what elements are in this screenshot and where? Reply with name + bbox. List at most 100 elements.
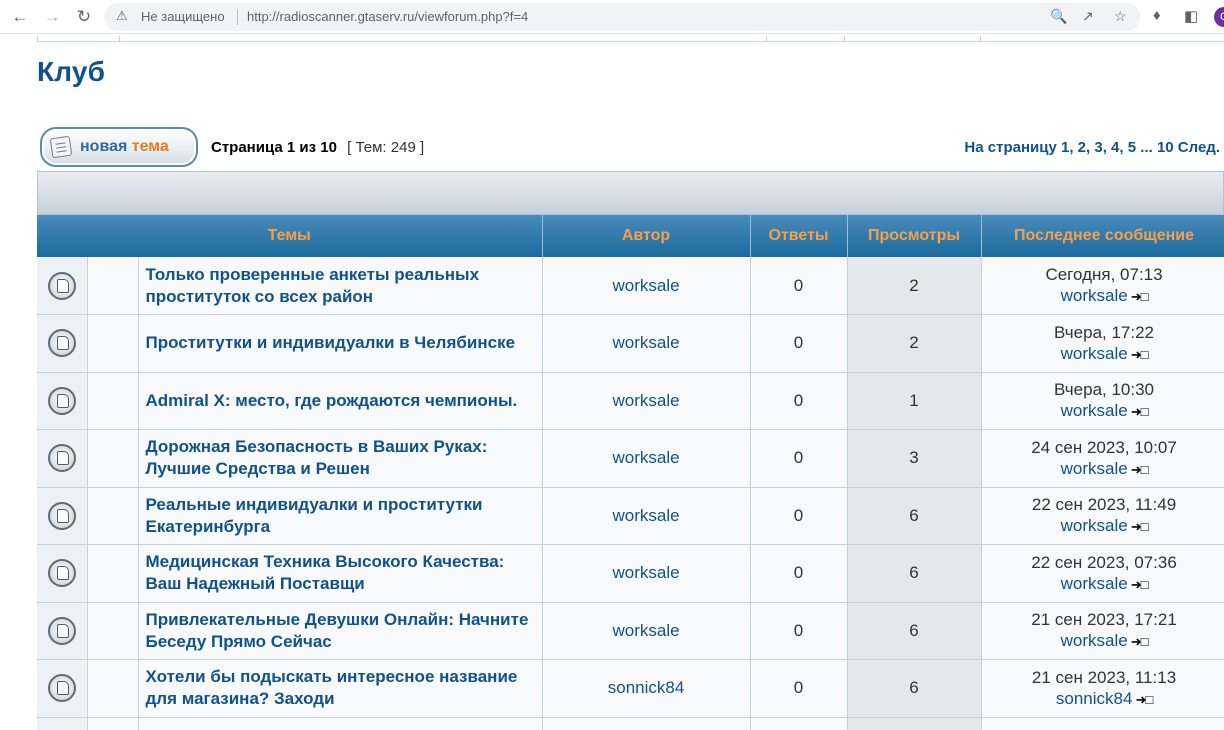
extensions-puzzle-icon[interactable]: ♦	[1153, 7, 1161, 24]
address-bar[interactable]: ⚠ Не защищено http://radioscanner.gtaser…	[104, 3, 1140, 31]
topic-author[interactable]: worksale	[542, 602, 751, 660]
forum-title[interactable]: Клуб	[37, 56, 105, 88]
header-last-post: Последнее сообщение	[981, 215, 1224, 257]
page-link-4[interactable]: 4	[1111, 139, 1119, 156]
last-post-user[interactable]: worksale	[1061, 459, 1128, 478]
topic-author[interactable]: worksale	[542, 544, 751, 603]
last-post-user[interactable]: worksale	[1061, 401, 1128, 420]
table-row-partial	[37, 717, 1224, 730]
topic-replies: 0	[750, 659, 848, 718]
header-author: Автор	[542, 215, 751, 257]
top-table-remnant	[37, 36, 1224, 42]
topic-views: 6	[847, 659, 982, 718]
topics-table: Темы Автор Ответы Просмотры Последнее со…	[37, 215, 1224, 730]
topic-title-link[interactable]: Дорожная Безопасность в Ваших Руках: Луч…	[146, 436, 542, 480]
topic-views: 3	[847, 429, 982, 488]
topic-author[interactable]: worksale	[542, 372, 751, 430]
topic-views: 2	[847, 257, 982, 315]
last-post-user[interactable]: worksale	[1061, 631, 1128, 650]
topic-views: 6	[847, 544, 982, 603]
security-status[interactable]: Не защищено	[141, 9, 225, 24]
last-post-user[interactable]: worksale	[1061, 286, 1128, 305]
topic-folder-icon	[47, 559, 76, 588]
last-post-time: 22 сен 2023, 07:36	[1031, 552, 1177, 572]
last-post-time: 21 сен 2023, 17:21	[1031, 610, 1177, 630]
header-topics: Темы	[37, 215, 543, 257]
topic-title-link[interactable]: Хотели бы подыскать интересное название …	[146, 666, 542, 710]
back-arrow-icon[interactable]: ←	[9, 6, 31, 28]
forward-arrow-icon[interactable]: →	[41, 6, 63, 28]
header-replies: Ответы	[750, 215, 848, 257]
topic-title-link[interactable]: Медицинская Техника Высокого Качества: В…	[146, 551, 542, 595]
topic-title-link[interactable]: Привлекательные Девушки Онлайн: Начните …	[146, 609, 542, 653]
last-post-time: Вчера, 17:22	[1054, 322, 1155, 342]
side-panel-icon[interactable]: ◧	[1184, 7, 1198, 25]
reload-icon[interactable]: ↻	[73, 6, 95, 28]
page-link-last[interactable]: 10	[1157, 139, 1174, 156]
goto-last-post-icon[interactable]: ➜□	[1131, 459, 1149, 480]
header-views: Просмотры	[847, 215, 982, 257]
pagination: На страницу 1, 2, 3, 4, 5 ... 10 След.	[964, 139, 1220, 156]
topic-replies: 0	[750, 544, 848, 603]
topic-folder-icon	[47, 271, 76, 300]
page-current: 1	[1060, 139, 1070, 156]
topic-replies: 0	[750, 429, 848, 488]
topics-table-wrapper: Темы Автор Ответы Просмотры Последнее со…	[37, 171, 1224, 730]
topics-count: [ Тем: 249 ]	[347, 139, 425, 156]
topic-author[interactable]: worksale	[542, 487, 751, 545]
last-post-time: 24 сен 2023, 10:07	[1031, 437, 1177, 457]
topic-title-link[interactable]: Проститутки и индивидуалки в Челябинске	[146, 332, 542, 354]
topic-folder-icon	[47, 329, 76, 358]
goto-last-post-icon[interactable]: ➜□	[1131, 631, 1149, 652]
table-row: Реальные индивидуалки и проститутки Екат…	[37, 487, 1224, 545]
url-text[interactable]: http://radioscanner.gtaserv.ru/viewforum…	[247, 9, 528, 24]
last-post-user[interactable]: sonnick84	[1056, 689, 1133, 708]
topic-replies: 0	[750, 257, 848, 315]
topic-author[interactable]: worksale	[542, 314, 751, 373]
topic-replies: 0	[750, 602, 848, 660]
last-post-user[interactable]: worksale	[1061, 344, 1128, 363]
goto-last-post-icon[interactable]: ➜□	[1131, 401, 1149, 422]
table-row: Только проверенные анкеты реальных прост…	[37, 257, 1224, 315]
last-post-time: Вчера, 10:30	[1054, 380, 1155, 400]
goto-last-post-icon[interactable]: ➜□	[1131, 344, 1149, 365]
last-post-time: 22 сен 2023, 11:49	[1031, 495, 1177, 515]
zoom-icon[interactable]: 🔍	[1050, 8, 1067, 25]
table-row: Дорожная Безопасность в Ваших Руках: Луч…	[37, 429, 1224, 488]
topic-author[interactable]: sonnick84	[542, 659, 751, 718]
table-row: Привлекательные Девушки Онлайн: Начните …	[37, 602, 1224, 660]
share-icon[interactable]: ↗	[1082, 8, 1094, 25]
goto-last-post-icon[interactable]: ➜□	[1135, 689, 1153, 710]
last-post-time: Сегодня, 07:13	[1045, 265, 1163, 284]
profile-avatar[interactable]: C	[1214, 7, 1224, 27]
last-post-time: 21 сен 2023, 11:13	[1031, 667, 1177, 687]
table-row: Хотели бы подыскать интересное название …	[37, 659, 1224, 718]
page-link-5[interactable]: 5	[1128, 139, 1136, 156]
new-topic-button[interactable]: новая тема	[40, 127, 198, 167]
goto-last-post-icon[interactable]: ➜□	[1131, 286, 1149, 307]
browser-toolbar: ← → ↻ ⚠ Не защищено http://radioscanner.…	[0, 0, 1224, 34]
last-post-user[interactable]: worksale	[1061, 574, 1128, 593]
topic-views: 2	[847, 314, 982, 373]
goto-last-post-icon[interactable]: ➜□	[1131, 574, 1149, 595]
topic-views: 6	[847, 487, 982, 545]
page-link-3[interactable]: 3	[1094, 139, 1102, 156]
table-row: Проститутки и индивидуалки в Челябинске …	[37, 314, 1224, 373]
topic-folder-icon	[47, 616, 76, 645]
page-link-2[interactable]: 2	[1078, 139, 1086, 156]
topic-title-link[interactable]: Реальные индивидуалки и проститутки Екат…	[146, 494, 542, 538]
table-top-bar	[37, 171, 1224, 215]
next-page-link[interactable]: След.	[1178, 139, 1220, 156]
topic-title-link[interactable]: Admiral X: место, где рождаются чемпионы…	[146, 390, 542, 412]
topic-folder-icon	[47, 444, 76, 473]
new-topic-label: новая тема	[80, 138, 169, 155]
warning-icon: ⚠	[116, 8, 128, 23]
topic-author[interactable]: worksale	[542, 257, 751, 315]
topic-author[interactable]: worksale	[542, 429, 751, 488]
table-row: Медицинская Техника Высокого Качества: В…	[37, 544, 1224, 603]
last-post-user[interactable]: worksale	[1061, 516, 1128, 535]
bookmark-star-icon[interactable]: ☆	[1114, 8, 1127, 25]
topic-title-link[interactable]: Только проверенные анкеты реальных прост…	[146, 264, 542, 308]
goto-last-post-icon[interactable]: ➜□	[1131, 516, 1149, 537]
topic-replies: 0	[750, 487, 848, 545]
